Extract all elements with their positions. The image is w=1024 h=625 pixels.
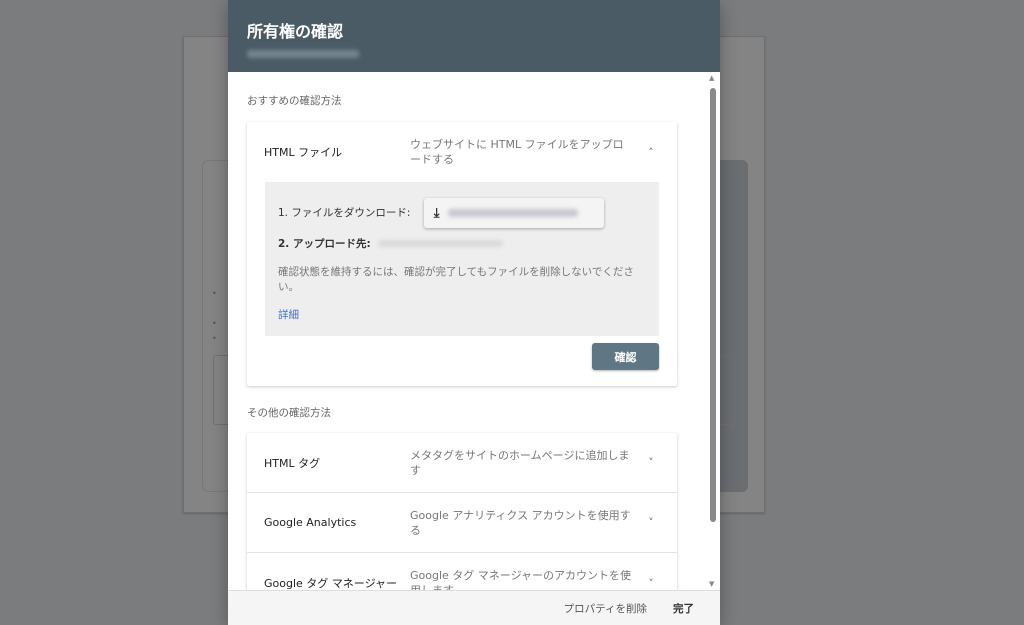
- step-download-label: 1. ファイルをダウンロード:: [278, 207, 411, 219]
- dialog-body: おすすめの確認方法 HTML ファイル ウェブサイトに HTML ファイルをアッ…: [228, 72, 706, 590]
- dialog-title: 所有権の確認: [247, 22, 344, 41]
- other-methods-card: HTML タグ メタタグをサイトのホームページに追加します ˅ Google A…: [247, 433, 677, 590]
- download-icon: ⤓: [433, 205, 440, 221]
- dialog-header: 所有権の確認: [228, 0, 720, 72]
- method-desc: Google タグ マネージャーのアカウントを使用します: [410, 569, 632, 590]
- method-desc: メタタグをサイトのホームページに追加します: [410, 448, 630, 477]
- method-name: HTML タグ: [264, 456, 321, 470]
- step-upload-label: 2. アップロード先:: [278, 238, 371, 250]
- method-name: HTML ファイル: [264, 146, 343, 159]
- method-google-tag-manager[interactable]: Google タグ マネージャー Google タグ マネージャーのアカウントを…: [247, 553, 677, 590]
- method-desc: ウェブサイトに HTML ファイルをアップロードする: [410, 138, 624, 166]
- method-name: Google Analytics: [264, 516, 357, 529]
- recommended-method-card: HTML ファイル ウェブサイトに HTML ファイルをアップロードする ˄ 1…: [247, 122, 677, 386]
- scrollbar-thumb[interactable]: [710, 88, 716, 522]
- chevron-down-icon[interactable]: ˅: [645, 456, 657, 469]
- delete-property-button[interactable]: プロパティを削除: [564, 601, 647, 616]
- upload-url-blurred: [378, 240, 504, 247]
- background-panel-edge: [720, 160, 748, 492]
- chevron-up-icon[interactable]: ˄: [645, 146, 657, 159]
- scrollbar[interactable]: ▲ ▼: [708, 72, 718, 590]
- done-button[interactable]: 完了: [673, 601, 694, 616]
- html-file-panel: 1. ファイルをダウンロード: ⤓ 2. アップロード先: 確認状態を維持するに…: [265, 182, 659, 336]
- method-google-analytics[interactable]: Google Analytics Google アナリティクス アカウントを使用…: [247, 493, 677, 553]
- method-desc: Google アナリティクス アカウントを使用する: [410, 508, 631, 537]
- file-name-blurred: [447, 209, 578, 217]
- chevron-down-icon[interactable]: ˅: [645, 516, 657, 529]
- download-file-button[interactable]: ⤓: [423, 198, 604, 228]
- method-html-tag[interactable]: HTML タグ メタタグをサイトのホームページに追加します ˅: [247, 433, 677, 493]
- chevron-down-icon[interactable]: ˅: [645, 577, 657, 590]
- details-link[interactable]: 詳細: [278, 307, 299, 322]
- scroll-down-arrow-icon[interactable]: ▼: [709, 580, 714, 588]
- dialog-footer: プロパティを削除 完了: [228, 590, 720, 625]
- verify-ownership-dialog: 所有権の確認 おすすめの確認方法 HTML ファイル ウェブサイトに HTML …: [228, 0, 720, 625]
- other-methods-label: その他の確認方法: [247, 407, 331, 419]
- recommended-label: おすすめの確認方法: [247, 95, 342, 107]
- keep-file-note: 確認状態を維持するには、確認が完了してもファイルを削除しないでください。: [278, 266, 634, 293]
- method-name: Google タグ マネージャー: [264, 577, 398, 590]
- property-url-blurred: [247, 50, 359, 58]
- method-html-file-header[interactable]: HTML ファイル ウェブサイトに HTML ファイルをアップロードする ˄: [247, 122, 677, 182]
- background-bullets: • • •: [212, 289, 217, 343]
- scroll-up-arrow-icon[interactable]: ▲: [709, 74, 714, 82]
- confirm-button[interactable]: 確認: [592, 343, 659, 370]
